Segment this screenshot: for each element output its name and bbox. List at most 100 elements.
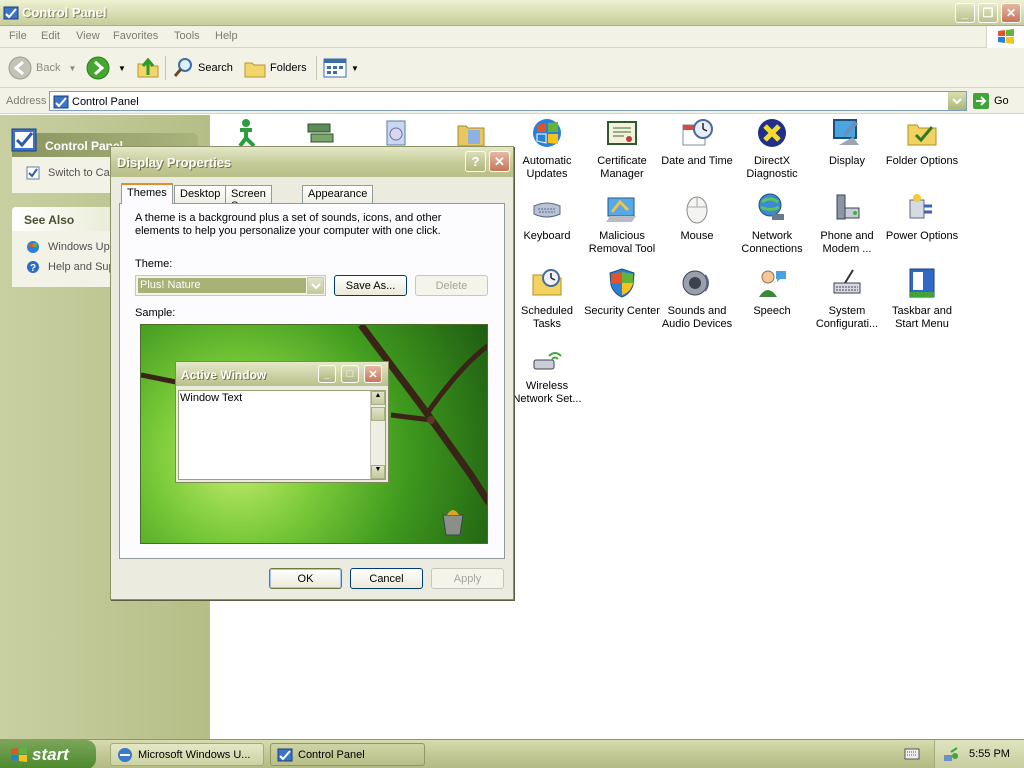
menu-edit[interactable]: Edit — [41, 30, 60, 42]
address-dropdown-button[interactable] — [948, 92, 966, 110]
network-connections-icon — [758, 193, 784, 220]
forward-arrow-icon — [86, 56, 110, 80]
phone-modem-icon — [836, 194, 860, 220]
cp-item-wireless-network-setup[interactable]: Wireless Network Set... — [508, 342, 586, 406]
save-as-button[interactable]: Save As... — [334, 275, 407, 296]
cp-item-security-center[interactable]: Security Center — [583, 267, 661, 318]
cp-item-date-and-time[interactable]: Date and Time — [658, 117, 736, 168]
internet-explorer-icon — [118, 747, 132, 762]
cp-item-network-connections[interactable]: Network Connections — [733, 192, 811, 256]
see-also-title: See Also — [24, 213, 75, 227]
address-input[interactable]: Control Panel — [49, 91, 967, 111]
clock[interactable]: 5:55 PM — [969, 748, 1010, 760]
forward-dropdown-icon[interactable]: ▼ — [118, 64, 126, 73]
search-icon — [173, 58, 192, 77]
go-button[interactable]: Go — [972, 92, 1009, 110]
add-hardware-icon[interactable] — [305, 118, 337, 148]
menu-favorites[interactable]: Favorites — [113, 30, 158, 42]
dialog-titlebar[interactable]: Display Properties ? ✕ — [111, 147, 513, 177]
dialog-close-button[interactable]: ✕ — [489, 151, 510, 172]
menu-file[interactable]: File — [9, 30, 27, 42]
cp-item-label: System Configurati... — [815, 305, 879, 330]
sounds-audio-icon — [682, 270, 709, 296]
administrative-tools-icon[interactable] — [456, 118, 488, 148]
tab-desktop[interactable]: Desktop — [174, 185, 227, 203]
close-button[interactable]: ✕ — [1001, 3, 1021, 23]
windows-flag-icon — [997, 29, 1014, 44]
sample-active-window: Active Window _ □ ✕ Window Text ▲ ▼ — [175, 361, 389, 483]
up-folder-button[interactable] — [136, 55, 160, 81]
cp-item-malicious-removal-tool[interactable]: Malicious Removal Tool — [583, 192, 661, 256]
cp-item-display[interactable]: Display — [808, 117, 886, 168]
switch-to-category-label: Switch to Cat — [48, 167, 113, 179]
cp-item-system-configuration[interactable]: System Configurati... — [808, 267, 886, 331]
cp-item-label: Phone and Modem ... — [820, 230, 874, 255]
back-button[interactable]: Back ▼ — [8, 55, 76, 81]
ok-button[interactable]: OK — [269, 568, 342, 589]
search-label: Search — [198, 62, 233, 74]
views-dropdown-icon[interactable]: ▼ — [351, 64, 359, 73]
apply-button[interactable]: Apply — [431, 568, 504, 589]
display-properties-dialog: Display Properties ? ✕ Themes Desktop Sc… — [110, 146, 514, 600]
back-label: Back — [36, 62, 61, 74]
sample-close-icon: ✕ — [364, 365, 382, 383]
search-button[interactable]: Search — [172, 55, 233, 81]
cp-item-speech[interactable]: Speech — [733, 267, 811, 318]
views-button[interactable]: ▼ — [323, 55, 359, 81]
back-arrow-icon — [8, 56, 32, 80]
cp-item-label: Keyboard — [523, 230, 571, 242]
help-button[interactable]: ? — [465, 151, 486, 172]
theme-dropdown-button[interactable] — [307, 277, 324, 294]
sample-window-titlebar: Active Window _ □ ✕ — [176, 362, 388, 386]
menu-view[interactable]: View — [76, 30, 100, 42]
cp-item-mouse[interactable]: Mouse — [658, 192, 736, 243]
cp-item-label: Display — [828, 155, 866, 167]
toolbar: Back ▼ ▼ Search Folders ▼ — [0, 48, 1024, 88]
cp-item-scheduled-tasks[interactable]: Scheduled Tasks — [508, 267, 586, 331]
sample-window-text: Window Text — [180, 392, 243, 404]
network-tray-icon[interactable] — [943, 746, 959, 762]
start-button[interactable]: start — [0, 740, 96, 768]
taskbar-item-windows-update[interactable]: Microsoft Windows U... — [110, 743, 264, 766]
taskbar-item-control-panel[interactable]: Control Panel — [270, 743, 425, 766]
directx-icon — [758, 119, 786, 147]
cp-item-folder-options[interactable]: Folder Options — [883, 117, 961, 168]
delete-button[interactable]: Delete — [415, 275, 488, 296]
menu-help[interactable]: Help — [215, 30, 238, 42]
add-remove-programs-icon[interactable] — [381, 118, 413, 148]
back-dropdown-icon[interactable]: ▼ — [68, 64, 76, 73]
go-label: Go — [994, 95, 1009, 107]
speech-icon — [759, 270, 786, 297]
cp-item-certificate-manager[interactable]: Certificate Manager — [583, 117, 661, 181]
recycle-bin-icon — [442, 510, 464, 536]
keyboard-icon — [533, 202, 561, 218]
cp-item-power-options[interactable]: Power Options — [883, 192, 961, 243]
windows-flag-icon — [11, 746, 27, 762]
cp-item-phone-and-modem[interactable]: Phone and Modem ... — [808, 192, 886, 256]
cp-item-directx-diagnostic[interactable]: DirectX Diagnostic — [733, 117, 811, 181]
keyboard-tray-icon[interactable] — [904, 747, 920, 761]
scroll-up-icon: ▲ — [371, 391, 385, 405]
folders-button[interactable]: Folders — [244, 55, 307, 81]
window-titlebar[interactable]: Control Panel _ ❐ ✕ — [0, 0, 1024, 26]
tab-screen-saver[interactable]: Screen Saver — [225, 185, 272, 212]
cancel-button[interactable]: Cancel — [350, 568, 423, 589]
cp-item-keyboard[interactable]: Keyboard — [508, 192, 586, 243]
tab-themes[interactable]: Themes — [121, 183, 173, 204]
minimize-button[interactable]: _ — [955, 3, 975, 23]
menu-tools[interactable]: Tools — [174, 30, 200, 42]
accessibility-icon[interactable] — [232, 118, 264, 148]
go-arrow-icon — [973, 93, 989, 109]
taskbar-item-label: Control Panel — [298, 748, 365, 761]
cp-item-label: Security Center — [584, 305, 660, 317]
maximize-button[interactable]: ❐ — [978, 3, 998, 23]
tab-appearance[interactable]: Appearance — [302, 185, 374, 203]
windows-logo — [986, 26, 1024, 48]
theme-select[interactable]: Plus! Nature — [135, 275, 326, 296]
cp-item-label: Taskbar and Start Menu — [892, 305, 952, 330]
cp-item-sounds-and-audio[interactable]: Sounds and Audio Devices — [658, 267, 736, 331]
sample-window-body: Window Text ▲ ▼ — [178, 390, 386, 480]
cp-item-automatic-updates[interactable]: Automatic Updates — [508, 117, 586, 181]
forward-button[interactable]: ▼ — [86, 55, 126, 81]
cp-item-taskbar-and-start-menu[interactable]: Taskbar and Start Menu — [883, 267, 961, 331]
